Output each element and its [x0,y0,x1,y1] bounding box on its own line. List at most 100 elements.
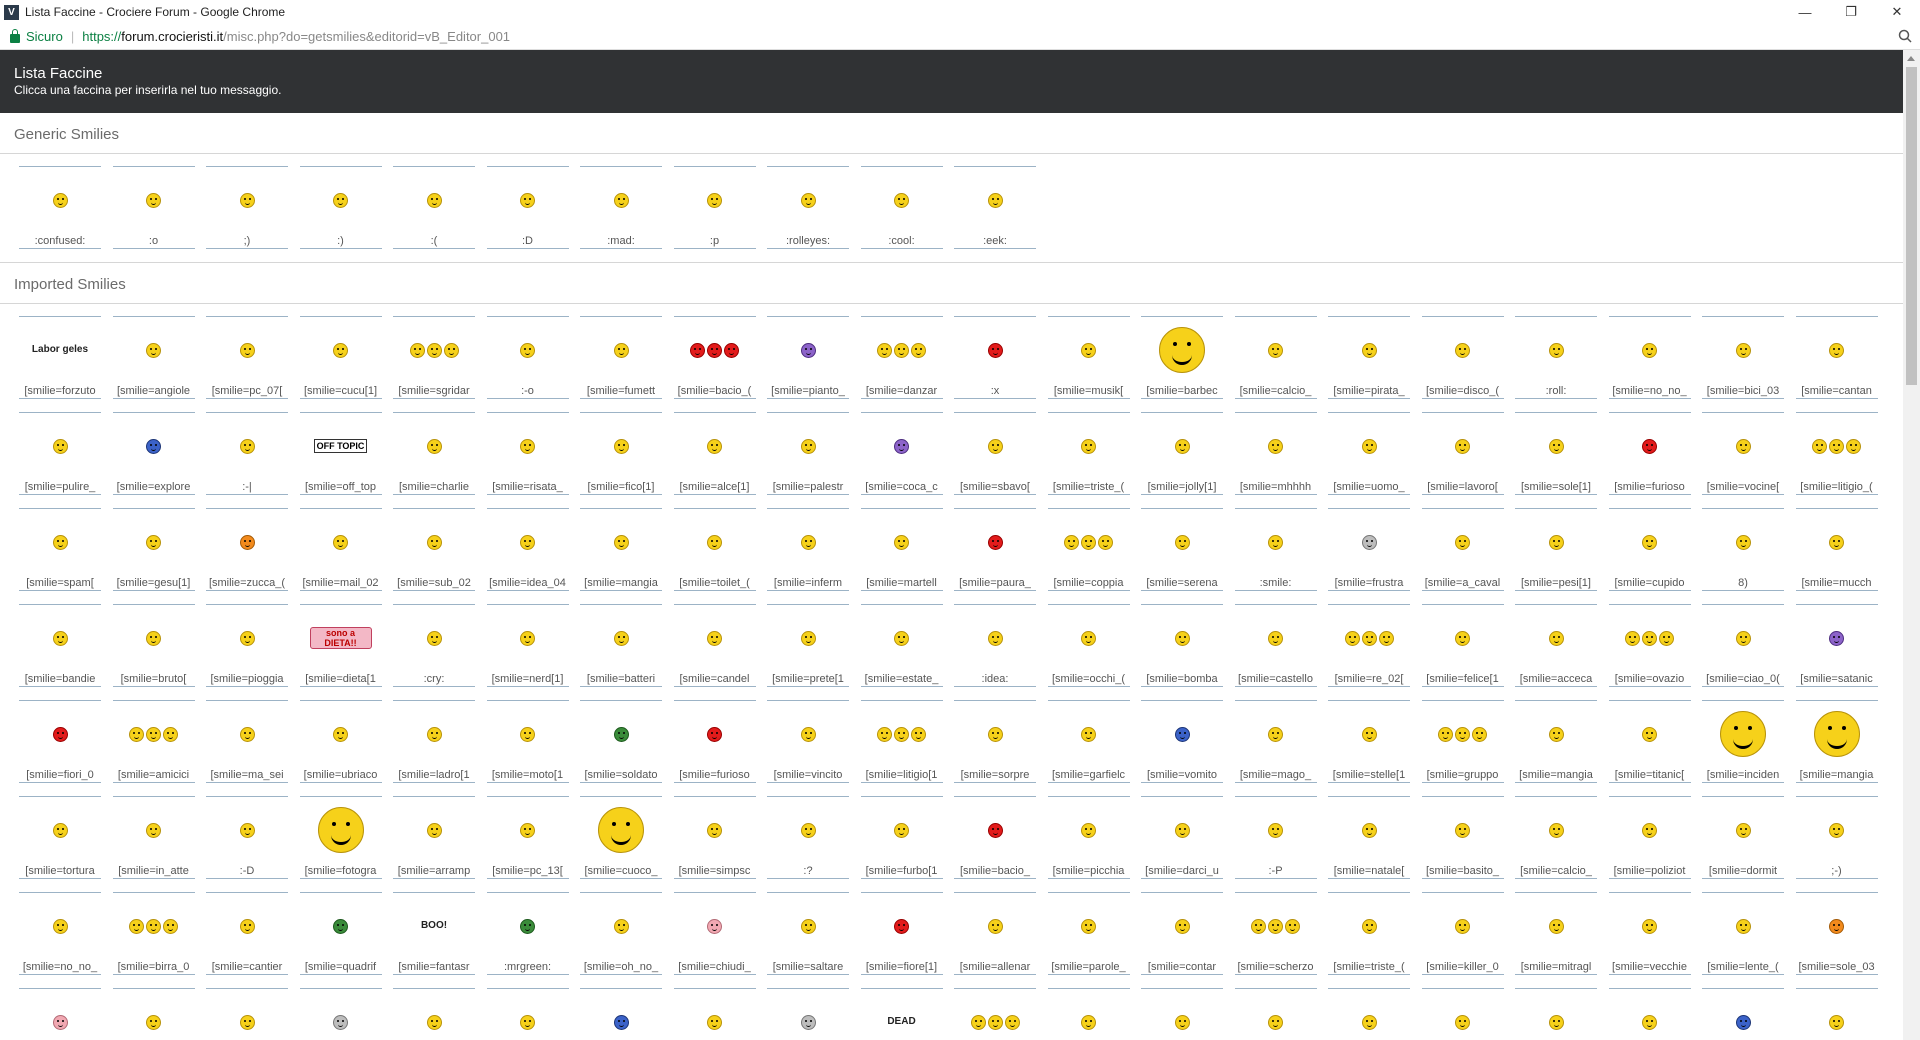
smilie-item[interactable]: ;-) [1795,796,1878,879]
smilie-item[interactable]: [smilie=vocine[ [1702,412,1784,495]
smilie-item[interactable]: :mad: [580,166,662,249]
smilie-item[interactable]: [smilie=pianto_ [767,316,849,399]
smilie-item[interactable]: [smilie=furioso [1608,412,1691,495]
smilie-item[interactable]: :roll: [1515,316,1597,399]
smilie-item[interactable]: BOO! [smilie=fantasr [393,892,475,975]
smilie-item[interactable]: [smilie=mail_02 [299,508,382,591]
smilie-item[interactable]: [smilie=alce[1] [673,412,756,495]
smilie-item[interactable] [486,988,569,1040]
smilie-item[interactable]: [smilie=spam[ [19,508,101,591]
smilie-item[interactable]: [smilie=no_no_ [19,892,101,975]
url-text[interactable]: https://forum.crocieristi.it/misc.php?do… [82,29,510,44]
smilie-item[interactable]: :-o [486,316,569,399]
smilie-item[interactable]: [smilie=dormit [1702,796,1784,879]
smilie-item[interactable]: [smilie=vomito [1141,700,1223,783]
smilie-item[interactable]: sono a DIETA!! [smilie=dieta[1 [299,604,382,687]
smilie-item[interactable]: [smilie=pulire_ [19,412,101,495]
smilie-item[interactable]: [smilie=ma_sei [206,700,288,783]
smilie-item[interactable]: [smilie=occhi_( [1047,604,1130,687]
smilie-item[interactable]: [smilie=barbec [1141,316,1223,399]
smilie-item[interactable]: [smilie=disco_( [1421,316,1504,399]
smilie-item[interactable]: [smilie=castello [1234,604,1317,687]
smilie-item[interactable]: [smilie=sgridar [393,316,475,399]
smilie-item[interactable] [1421,988,1504,1040]
smilie-item[interactable]: [smilie=estate_ [860,604,943,687]
scroll-up-icon[interactable] [1907,56,1915,61]
smilie-item[interactable] [1141,988,1223,1040]
smilie-item[interactable]: [smilie=litigio_( [1795,412,1878,495]
smilie-item[interactable]: [smilie=parole_ [1047,892,1130,975]
smilie-item[interactable]: [smilie=stelle[1 [1328,700,1410,783]
smilie-item[interactable]: [smilie=chiudi_ [673,892,756,975]
smilie-item[interactable]: [smilie=paura_ [954,508,1036,591]
smilie-item[interactable]: [smilie=musik[ [1047,316,1130,399]
smilie-item[interactable]: :cool: [860,166,943,249]
smilie-item[interactable]: [smilie=bomba [1141,604,1223,687]
smilie-item[interactable] [19,988,101,1040]
smilie-item[interactable]: [smilie=sole[1] [1515,412,1597,495]
smilie-item[interactable]: [smilie=re_02[ [1328,604,1410,687]
smilie-item[interactable]: [smilie=garfielc [1047,700,1130,783]
smilie-item[interactable]: [smilie=arramp [393,796,475,879]
smilie-item[interactable]: [smilie=fico[1] [580,412,662,495]
smilie-item[interactable]: :o [112,166,195,249]
smilie-item[interactable]: [smilie=picchia [1047,796,1130,879]
smilie-item[interactable]: [smilie=bacio_ [954,796,1036,879]
smilie-item[interactable] [580,988,662,1040]
smilie-item[interactable]: [smilie=mago_ [1234,700,1317,783]
smilie-item[interactable]: [smilie=jolly[1] [1141,412,1223,495]
smilie-item[interactable]: [smilie=lente_( [1702,892,1784,975]
smilie-item[interactable]: [smilie=zucca_( [206,508,288,591]
smilie-item[interactable]: [smilie=bandie [19,604,101,687]
smilie-item[interactable]: [smilie=vecchie [1608,892,1691,975]
smilie-item[interactable]: [smilie=inciden [1702,700,1784,783]
smilie-item[interactable]: OFF TOPIC [smilie=off_top [299,412,382,495]
smilie-item[interactable]: [smilie=coca_c [860,412,943,495]
smilie-item[interactable]: [smilie=ladro[1 [393,700,475,783]
smilie-item[interactable] [206,988,288,1040]
vertical-scrollbar[interactable] [1903,50,1920,1040]
smilie-item[interactable]: [smilie=bici_03 [1702,316,1784,399]
smilie-item[interactable]: [smilie=vincito [767,700,849,783]
smilie-item[interactable]: :-| [206,412,288,495]
smilie-item[interactable]: [smilie=sole_03 [1795,892,1878,975]
smilie-item[interactable] [299,988,382,1040]
smilie-item[interactable]: [smilie=simpsc [673,796,756,879]
smilie-item[interactable]: [smilie=risata_ [486,412,569,495]
smilie-item[interactable]: [smilie=cupido [1608,508,1691,591]
smilie-item[interactable] [1608,988,1691,1040]
smilie-item[interactable]: [smilie=inferm [767,508,849,591]
smilie-item[interactable]: [smilie=calcio_ [1515,796,1597,879]
smilie-item[interactable]: [smilie=moto[1 [486,700,569,783]
smilie-item[interactable] [1328,988,1410,1040]
restore-icon[interactable]: ❐ [1828,0,1874,24]
smilie-item[interactable]: [smilie=furioso [673,700,756,783]
smilie-item[interactable]: [smilie=ubriaco [299,700,382,783]
smilie-item[interactable]: [smilie=mangia [1795,700,1878,783]
smilie-item[interactable]: [smilie=poliziot [1608,796,1691,879]
smilie-item[interactable]: [smilie=prete[1 [767,604,849,687]
smilie-item[interactable]: [smilie=tortura [19,796,101,879]
smilie-item[interactable]: 8) [1702,508,1784,591]
smilie-item[interactable]: [smilie=mucch [1795,508,1878,591]
smilie-item[interactable]: Labor geles [smilie=forzuto [19,316,101,399]
smilie-item[interactable]: [smilie=explore [112,412,195,495]
smilie-item[interactable]: [smilie=ovazio [1608,604,1691,687]
smilie-item[interactable]: :cry: [393,604,475,687]
smilie-item[interactable]: :p [673,166,756,249]
smilie-item[interactable] [393,988,475,1040]
smilie-item[interactable]: [smilie=pc_13[ [486,796,569,879]
smilie-item[interactable]: [smilie=ciao_0( [1702,604,1784,687]
smilie-item[interactable]: [smilie=amicici [112,700,195,783]
smilie-item[interactable]: [smilie=litigio[1 [860,700,943,783]
smilie-item[interactable] [1795,988,1878,1040]
smilie-item[interactable]: :) [299,166,382,249]
smilie-item[interactable]: [smilie=no_no_ [1608,316,1691,399]
smilie-item[interactable] [1234,988,1317,1040]
smilie-item[interactable]: [smilie=gesu[1] [112,508,195,591]
smilie-item[interactable]: :-D [206,796,288,879]
smilie-item[interactable]: [smilie=acceca [1515,604,1597,687]
smilie-item[interactable]: [smilie=birra_0 [112,892,195,975]
smilie-item[interactable]: [smilie=serena [1141,508,1223,591]
smilie-item[interactable] [767,988,849,1040]
